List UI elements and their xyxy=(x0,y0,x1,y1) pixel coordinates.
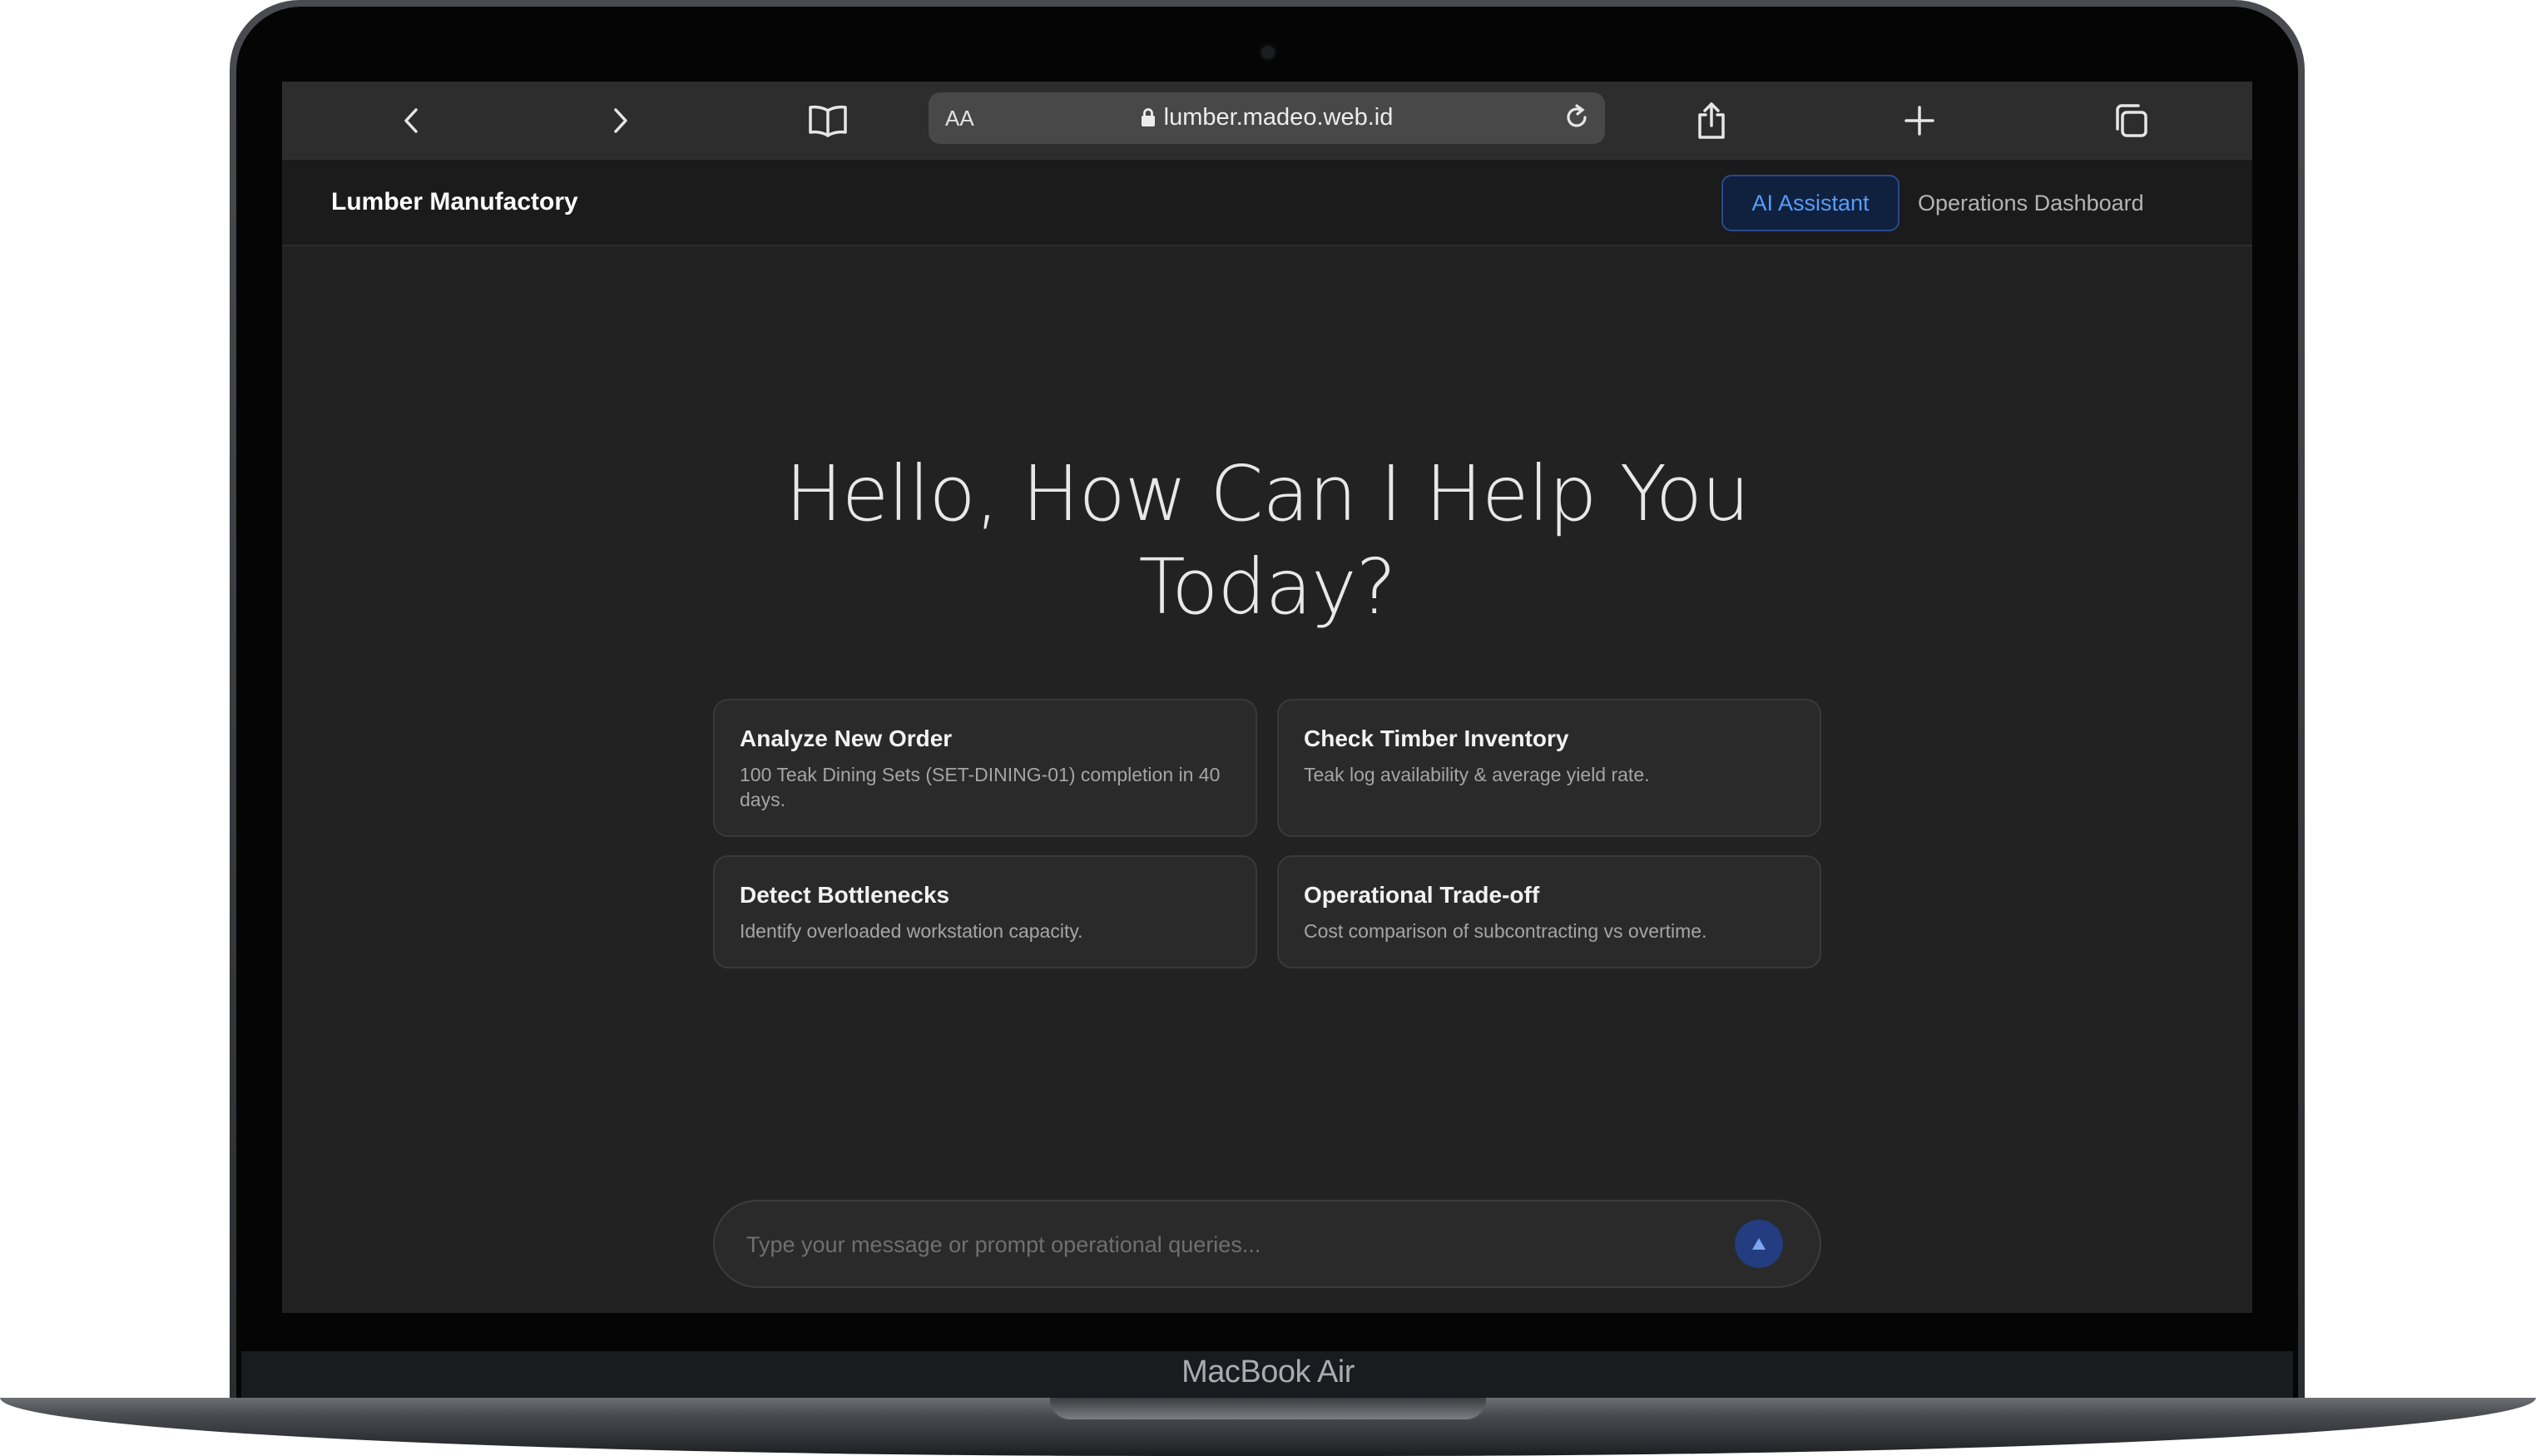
tabs-icon xyxy=(2116,104,2147,137)
suggestion-desc: 100 Teak Dining Sets (SET-DINING-01) com… xyxy=(740,764,1221,810)
suggestion-desc: Cost comparison of subcontracting vs ove… xyxy=(1304,920,1707,942)
greeting-line-2: Today? xyxy=(1138,542,1397,631)
browser-screen: AA lumber.madeo.web.id Lumber Manufactor… xyxy=(282,82,2252,1313)
brand-title[interactable]: Lumber Manufactory xyxy=(331,188,578,216)
suggestion-title: Operational Trade-off xyxy=(1304,882,1540,908)
back-button[interactable] xyxy=(389,97,435,144)
suggestion-cards: Analyze New Order 100 Teak Dining Sets (… xyxy=(713,699,1821,968)
new-tab-icon xyxy=(1904,106,1934,136)
suggestion-card-bottlenecks[interactable]: Detect Bottlenecks Identify overloaded w… xyxy=(713,855,1257,968)
lock-icon xyxy=(1141,108,1155,126)
suggestion-desc: Identify overloaded workstation capacity… xyxy=(740,920,1083,942)
share-icon xyxy=(1698,102,1725,139)
suggestion-desc: Teak log availability & average yield ra… xyxy=(1304,764,1650,785)
suggestion-card-timber-inventory[interactable]: Check Timber Inventory Teak log availabi… xyxy=(1277,699,1821,837)
reload-button[interactable] xyxy=(1558,99,1595,136)
suggestion-title: Check Timber Inventory xyxy=(1304,726,1569,751)
url-text: lumber.madeo.web.id xyxy=(1163,104,1394,131)
send-button[interactable] xyxy=(1735,1220,1783,1268)
back-icon xyxy=(404,108,418,133)
camera-icon xyxy=(1261,46,1275,59)
app-header: Lumber Manufactory AI Assistant Operatio… xyxy=(282,161,2252,246)
greeting-heading: Hello, How Can I Help You Today? xyxy=(282,448,2252,634)
message-composer xyxy=(713,1200,1821,1288)
suggestion-title: Detect Bottlenecks xyxy=(740,882,950,908)
nav-tab-operations-dashboard[interactable]: Operations Dashboard xyxy=(1918,175,2144,231)
nav-tab-ai-assistant[interactable]: AI Assistant xyxy=(1721,175,1900,231)
new-tab-button[interactable] xyxy=(1896,97,1943,144)
bookmarks-icon xyxy=(809,105,847,137)
reload-icon xyxy=(1567,104,1587,127)
suggestion-card-trade-off[interactable]: Operational Trade-off Cost comparison of… xyxy=(1277,855,1821,968)
greeting-line-1: Hello, How Can I Help You xyxy=(785,449,1751,538)
url-display[interactable]: lumber.madeo.web.id xyxy=(929,104,1605,131)
share-button[interactable] xyxy=(1688,97,1735,144)
bookmarks-button[interactable] xyxy=(805,97,851,144)
suggestion-title: Analyze New Order xyxy=(740,726,953,751)
suggestion-card-analyze-order[interactable]: Analyze New Order 100 Teak Dining Sets (… xyxy=(713,699,1257,837)
address-bar[interactable]: AA lumber.madeo.web.id xyxy=(929,92,1605,144)
forward-button[interactable] xyxy=(597,97,643,144)
message-input[interactable] xyxy=(745,1223,1705,1266)
laptop-base-notch xyxy=(1050,1398,1486,1419)
tabs-overview-button[interactable] xyxy=(2108,97,2154,144)
browser-toolbar: AA lumber.madeo.web.id xyxy=(282,82,2252,161)
forward-icon xyxy=(614,108,627,133)
send-arrow-icon xyxy=(1752,1238,1766,1250)
device-label: MacBook Air xyxy=(1181,1354,1355,1389)
